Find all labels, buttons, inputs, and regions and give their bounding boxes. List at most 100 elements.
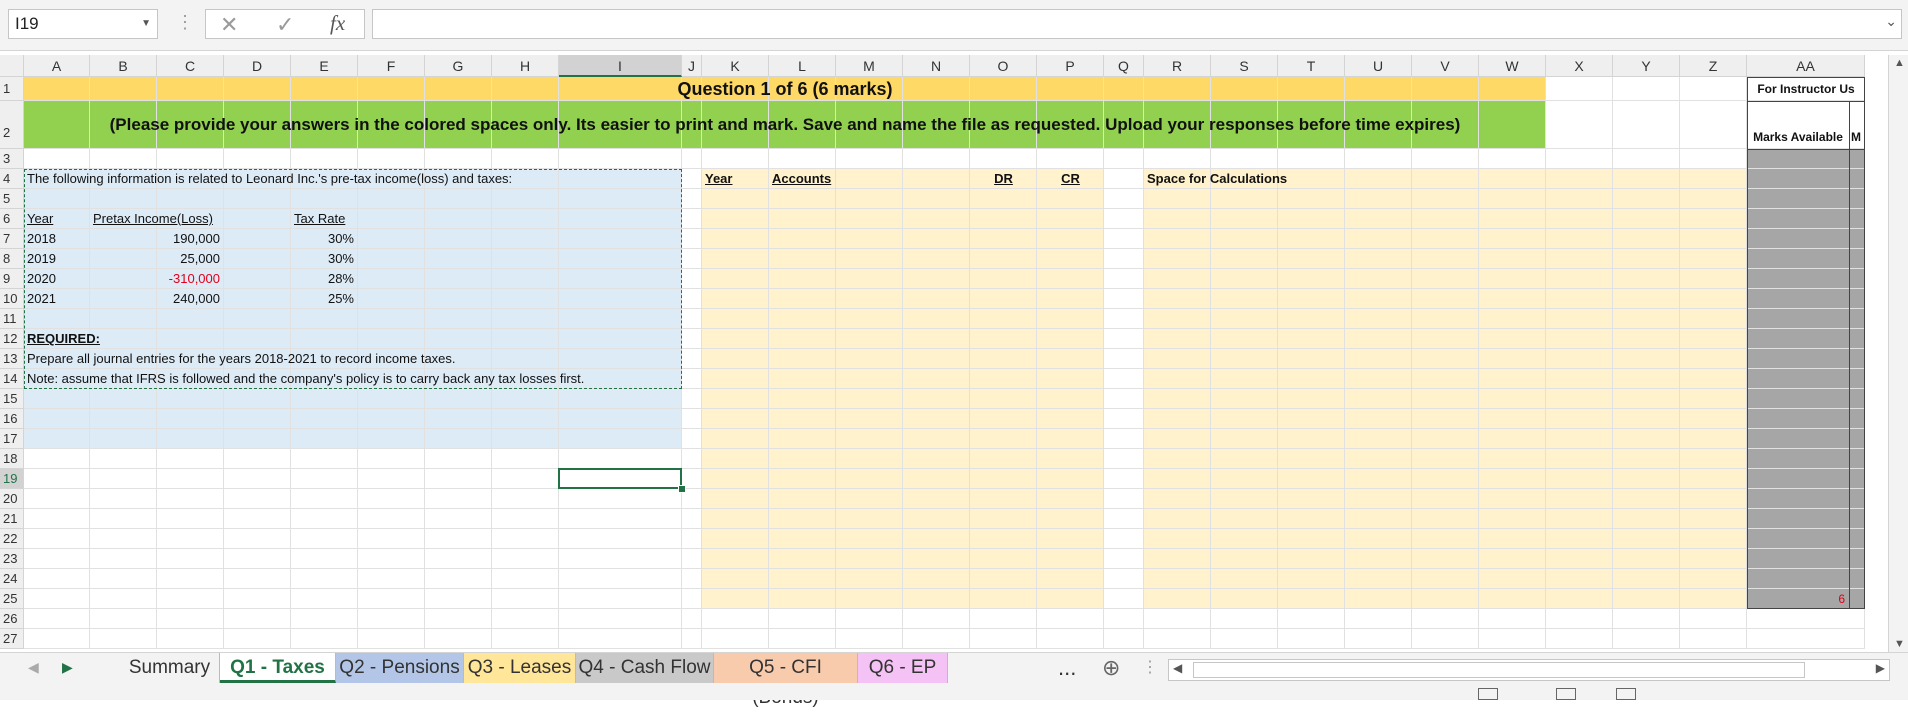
- row-header-24[interactable]: 24: [0, 569, 24, 589]
- column-header-y[interactable]: Y: [1613, 55, 1680, 77]
- pretax-header: Pretax Income(Loss): [93, 211, 213, 226]
- tab-q3-leases[interactable]: Q3 - Leases: [464, 653, 576, 683]
- row-header-21[interactable]: 21: [0, 509, 24, 529]
- cancel-icon[interactable]: ✕: [220, 12, 238, 38]
- scroll-up-icon[interactable]: ▲: [1894, 57, 1905, 69]
- column-header-m[interactable]: M: [836, 55, 903, 77]
- tab-q6-ep[interactable]: Q6 - EP: [858, 653, 948, 683]
- column-header-v[interactable]: V: [1412, 55, 1479, 77]
- column-header-r[interactable]: R: [1144, 55, 1211, 77]
- formula-actions: ✕ ✓ fx: [205, 9, 365, 39]
- row-header-4[interactable]: 4: [0, 169, 24, 189]
- row-header-7[interactable]: 7: [0, 229, 24, 249]
- column-header-g[interactable]: G: [425, 55, 492, 77]
- tab-q5-cfi-bonds-[interactable]: Q5 - CFI (Bonds): [714, 653, 858, 708]
- column-header-l[interactable]: L: [769, 55, 836, 77]
- row-header-1[interactable]: 1: [0, 77, 24, 101]
- enter-icon[interactable]: ✓: [276, 12, 294, 38]
- column-header-z[interactable]: Z: [1680, 55, 1747, 77]
- column-header-k[interactable]: K: [702, 55, 769, 77]
- row-header-5[interactable]: 5: [0, 189, 24, 209]
- scroll-right-icon[interactable]: ▶: [1876, 661, 1885, 675]
- page-layout-icon[interactable]: [1556, 688, 1576, 700]
- row-header-22[interactable]: 22: [0, 529, 24, 549]
- scroll-tabs-left-icon[interactable]: ◀: [28, 659, 39, 676]
- column-header-e[interactable]: E: [291, 55, 358, 77]
- answer-cr-header: CR: [1061, 171, 1080, 186]
- tab-q4-cash-flow[interactable]: Q4 - Cash Flow: [576, 653, 714, 683]
- grid-line: [902, 77, 903, 649]
- marks-available-header: Marks Available: [1753, 130, 1843, 144]
- column-header-b[interactable]: B: [90, 55, 157, 77]
- column-header-s[interactable]: S: [1211, 55, 1278, 77]
- column-header-t[interactable]: T: [1278, 55, 1345, 77]
- row-header-2[interactable]: 2: [0, 101, 24, 149]
- row-header-14[interactable]: 14: [0, 369, 24, 389]
- name-box[interactable]: I19 ▼: [8, 9, 158, 39]
- column-header-h[interactable]: H: [492, 55, 559, 77]
- scroll-tabs-right-icon[interactable]: ▶: [62, 659, 73, 676]
- column-header-n[interactable]: N: [903, 55, 970, 77]
- grid-line: [24, 608, 1865, 609]
- row-header-25[interactable]: 25: [0, 589, 24, 609]
- add-sheet-icon[interactable]: ⊕: [1102, 655, 1120, 681]
- column-header-a[interactable]: A: [24, 55, 90, 77]
- row-header-19[interactable]: 19: [0, 469, 24, 489]
- tab-q2-pensions[interactable]: Q2 - Pensions: [336, 653, 464, 683]
- row-header-8[interactable]: 8: [0, 249, 24, 269]
- horizontal-scroll-thumb[interactable]: [1193, 662, 1805, 678]
- tab-overflow[interactable]: ...: [1058, 655, 1076, 681]
- status-bar: [0, 686, 1908, 700]
- row-header-13[interactable]: 13: [0, 349, 24, 369]
- grid-line: [969, 77, 970, 649]
- expand-formula-icon[interactable]: ⌄: [1885, 13, 1897, 30]
- row-header-12[interactable]: 12: [0, 329, 24, 349]
- column-header-c[interactable]: C: [157, 55, 224, 77]
- row-header-10[interactable]: 10: [0, 289, 24, 309]
- grid-line: [768, 77, 769, 649]
- column-header-u[interactable]: U: [1345, 55, 1412, 77]
- horizontal-scrollbar[interactable]: ◀ ▶: [1168, 659, 1890, 681]
- row-header-9[interactable]: 9: [0, 269, 24, 289]
- row-header-6[interactable]: 6: [0, 209, 24, 229]
- fill-handle[interactable]: [678, 485, 686, 493]
- row-header-20[interactable]: 20: [0, 489, 24, 509]
- column-header-o[interactable]: O: [970, 55, 1037, 77]
- column-header-d[interactable]: D: [224, 55, 291, 77]
- row-header-3[interactable]: 3: [0, 149, 24, 169]
- grid-line: [1143, 77, 1144, 649]
- column-header-w[interactable]: W: [1479, 55, 1546, 77]
- row-header-16[interactable]: 16: [0, 409, 24, 429]
- tab-q1-taxes[interactable]: Q1 - Taxes: [220, 653, 336, 683]
- column-header-p[interactable]: P: [1037, 55, 1104, 77]
- column-header-j[interactable]: J: [682, 55, 702, 77]
- row-header-15[interactable]: 15: [0, 389, 24, 409]
- row-header-17[interactable]: 17: [0, 429, 24, 449]
- name-box-value: I19: [15, 14, 39, 33]
- chevron-down-icon[interactable]: ▼: [141, 10, 151, 38]
- vertical-scrollbar[interactable]: ▲ ▼: [1888, 55, 1908, 652]
- tab-summary[interactable]: Summary: [120, 653, 220, 683]
- selected-cell[interactable]: [558, 468, 682, 489]
- grid-line: [24, 428, 1865, 429]
- page-break-icon[interactable]: [1616, 688, 1636, 700]
- normal-view-icon[interactable]: [1478, 688, 1498, 700]
- column-header-aa[interactable]: AA: [1747, 55, 1865, 77]
- row-header-18[interactable]: 18: [0, 449, 24, 469]
- column-header-q[interactable]: Q: [1104, 55, 1144, 77]
- row-header-23[interactable]: 23: [0, 549, 24, 569]
- row-header-27[interactable]: 27: [0, 629, 24, 649]
- select-all-corner[interactable]: [0, 55, 24, 77]
- formula-input[interactable]: ⌄: [372, 9, 1902, 39]
- column-header-f[interactable]: F: [358, 55, 425, 77]
- insert-function-icon[interactable]: fx: [330, 11, 345, 36]
- grid-line: [1344, 77, 1345, 649]
- splitter-icon[interactable]: ⋮: [1142, 657, 1158, 677]
- scroll-left-icon[interactable]: ◀: [1173, 661, 1182, 675]
- row-header-26[interactable]: 26: [0, 609, 24, 629]
- worksheet-grid[interactable]: A B C D E F G H I J K L M N O P Q R S T U V W X Y Z AA 1 2 3 4 5 6 7 8 9 10 1…: [0, 55, 1888, 652]
- row-header-11[interactable]: 11: [0, 309, 24, 329]
- column-header-i[interactable]: I: [559, 55, 682, 77]
- column-header-x[interactable]: X: [1546, 55, 1613, 77]
- scroll-down-icon[interactable]: ▼: [1894, 638, 1905, 650]
